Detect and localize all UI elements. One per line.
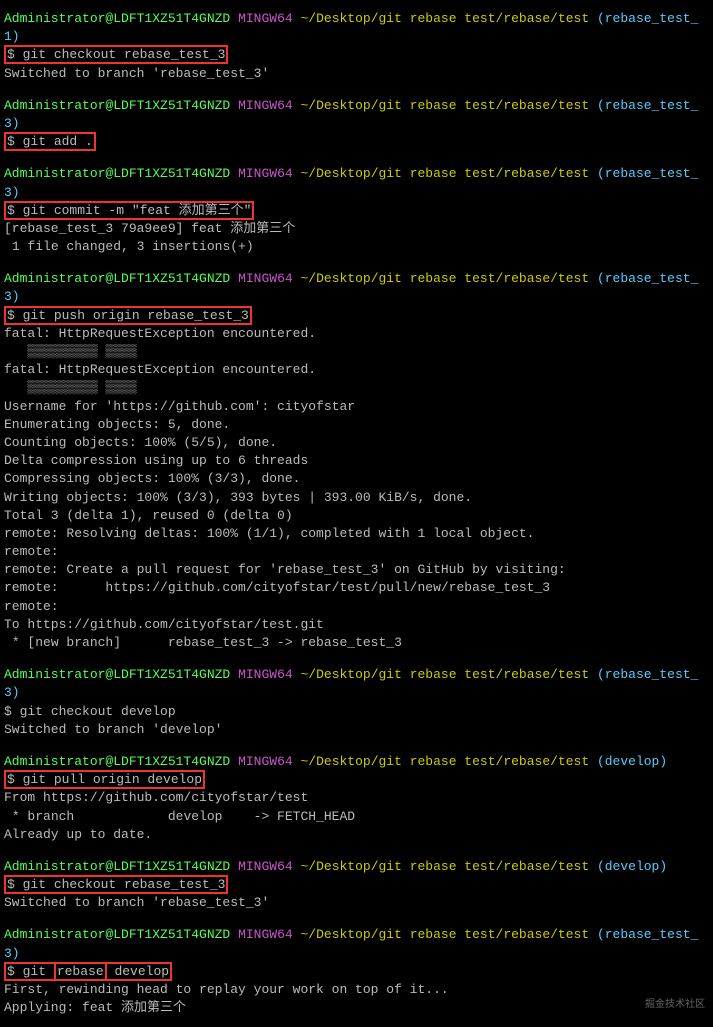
blank-line: [4, 912, 709, 926]
output-line: Delta compression using up to 6 threads: [4, 452, 709, 470]
output-line: Compressing objects: 100% (3/3), done.: [4, 470, 709, 488]
blank-line: [4, 151, 709, 165]
output-line: * [new branch] rebase_test_3 -> rebase_t…: [4, 634, 709, 652]
output-line: fatal: HttpRequestException encountered.: [4, 361, 709, 379]
output-line: From https://github.com/cityofstar/test: [4, 789, 709, 807]
command-line[interactable]: $ git add .: [4, 133, 709, 151]
output-line: remote: https://github.com/cityofstar/te…: [4, 579, 709, 597]
prompt-line: Administrator@LDFT1XZ51T4GNZD MINGW64 ~/…: [4, 270, 709, 306]
command-line[interactable]: $ git push origin rebase_test_3: [4, 307, 709, 325]
prompt-line: Administrator@LDFT1XZ51T4GNZD MINGW64 ~/…: [4, 926, 709, 962]
output-line: Username for 'https://github.com': cityo…: [4, 398, 709, 416]
prompt-line: Administrator@LDFT1XZ51T4GNZD MINGW64 ~/…: [4, 753, 709, 771]
blank-line: [4, 256, 709, 270]
output-line: * branch develop -> FETCH_HEAD: [4, 808, 709, 826]
output-line: ▒▒▒▒▒▒▒▒▒ ▒▒▒▒: [4, 343, 709, 361]
output-line: First, rewinding head to replay your wor…: [4, 981, 709, 999]
command-line[interactable]: $ git rebase develop: [4, 963, 709, 981]
blank-line: [4, 739, 709, 753]
output-line: Switched to branch 'rebase_test_3': [4, 894, 709, 912]
prompt-line: Administrator@LDFT1XZ51T4GNZD MINGW64 ~/…: [4, 97, 709, 133]
output-line: remote: Create a pull request for 'rebas…: [4, 561, 709, 579]
output-line: Switched to branch 'rebase_test_3': [4, 65, 709, 83]
command-line[interactable]: $ git checkout rebase_test_3: [4, 46, 709, 64]
output-line: Switched to branch 'develop': [4, 721, 709, 739]
output-line: Applying: feat 添加第三个: [4, 999, 709, 1017]
command-line[interactable]: $ git checkout develop: [4, 703, 709, 721]
output-line: To https://github.com/cityofstar/test.gi…: [4, 616, 709, 634]
output-line: 1 file changed, 3 insertions(+): [4, 238, 709, 256]
terminal-window[interactable]: Administrator@LDFT1XZ51T4GNZD MINGW64 ~/…: [4, 10, 709, 1017]
blank-line: [4, 844, 709, 858]
command-line[interactable]: $ git pull origin develop: [4, 771, 709, 789]
command-line[interactable]: $ git commit -m "feat 添加第三个": [4, 202, 709, 220]
output-line: Writing objects: 100% (3/3), 393 bytes |…: [4, 489, 709, 507]
command-line[interactable]: $ git checkout rebase_test_3: [4, 876, 709, 894]
blank-line: [4, 652, 709, 666]
output-line: Enumerating objects: 5, done.: [4, 416, 709, 434]
output-line: remote:: [4, 598, 709, 616]
output-line: fatal: HttpRequestException encountered.: [4, 325, 709, 343]
output-line: Already up to date.: [4, 826, 709, 844]
prompt-line: Administrator@LDFT1XZ51T4GNZD MINGW64 ~/…: [4, 10, 709, 46]
blank-line: [4, 83, 709, 97]
output-line: Total 3 (delta 1), reused 0 (delta 0): [4, 507, 709, 525]
output-line: Counting objects: 100% (5/5), done.: [4, 434, 709, 452]
output-line: remote: Resolving deltas: 100% (1/1), co…: [4, 525, 709, 543]
prompt-line: Administrator@LDFT1XZ51T4GNZD MINGW64 ~/…: [4, 165, 709, 201]
output-line: ▒▒▒▒▒▒▒▒▒ ▒▒▒▒: [4, 379, 709, 397]
watermark-text: 掘金技术社区: [645, 999, 705, 1013]
prompt-line: Administrator@LDFT1XZ51T4GNZD MINGW64 ~/…: [4, 858, 709, 876]
output-line: remote:: [4, 543, 709, 561]
output-line: [rebase_test_3 79a9ee9] feat 添加第三个: [4, 220, 709, 238]
prompt-line: Administrator@LDFT1XZ51T4GNZD MINGW64 ~/…: [4, 666, 709, 702]
